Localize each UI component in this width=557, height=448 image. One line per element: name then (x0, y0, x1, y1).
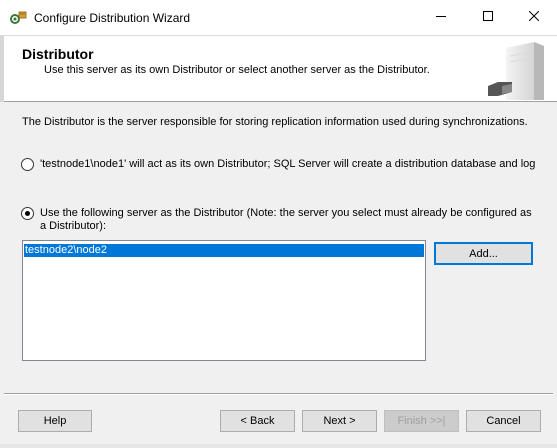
distributor-server-list[interactable]: testnode2\node2 (22, 240, 426, 361)
next-button-label: Next > (323, 415, 356, 427)
wizard-gear-icon (9, 10, 27, 26)
window-title: Configure Distribution Wizard (34, 11, 191, 25)
maximize-button[interactable] (465, 0, 511, 35)
footer-divider-highlight (4, 394, 553, 395)
window-bottom-edge (0, 444, 557, 448)
own-distributor-label[interactable]: 'testnode1\node1' will act as its own Di… (40, 158, 535, 170)
help-button[interactable]: Help (18, 410, 92, 432)
minimize-icon (436, 11, 446, 24)
maximize-icon (483, 11, 493, 24)
page-title: Distributor (22, 46, 94, 62)
close-icon (528, 10, 540, 24)
use-server-radio[interactable] (21, 207, 34, 220)
finish-button-label: Finish >>| (397, 415, 446, 427)
add-button-label: Add... (469, 247, 498, 260)
finish-button: Finish >>| (384, 410, 459, 432)
back-button-label: < Back (240, 415, 275, 427)
page-subtitle: Use this server as its own Distributor o… (44, 64, 430, 76)
cancel-button-label: Cancel (486, 415, 521, 427)
list-item[interactable]: testnode2\node2 (24, 244, 424, 257)
server-tower-icon (488, 40, 548, 100)
intro-text: The Distributor is the server responsibl… (22, 116, 528, 128)
add-server-button[interactable]: Add... (434, 242, 533, 265)
back-button[interactable]: < Back (220, 410, 295, 432)
minimize-button[interactable] (418, 0, 464, 35)
help-button-label: Help (43, 415, 67, 427)
use-server-label[interactable]: Use the following server as the Distribu… (40, 207, 540, 233)
header-edge (0, 36, 4, 102)
own-distributor-radio[interactable] (21, 158, 34, 171)
cancel-button[interactable]: Cancel (466, 410, 541, 432)
title-bar: Configure Distribution Wizard (0, 0, 557, 36)
next-button[interactable]: Next > (302, 410, 377, 432)
close-button[interactable] (511, 0, 557, 35)
